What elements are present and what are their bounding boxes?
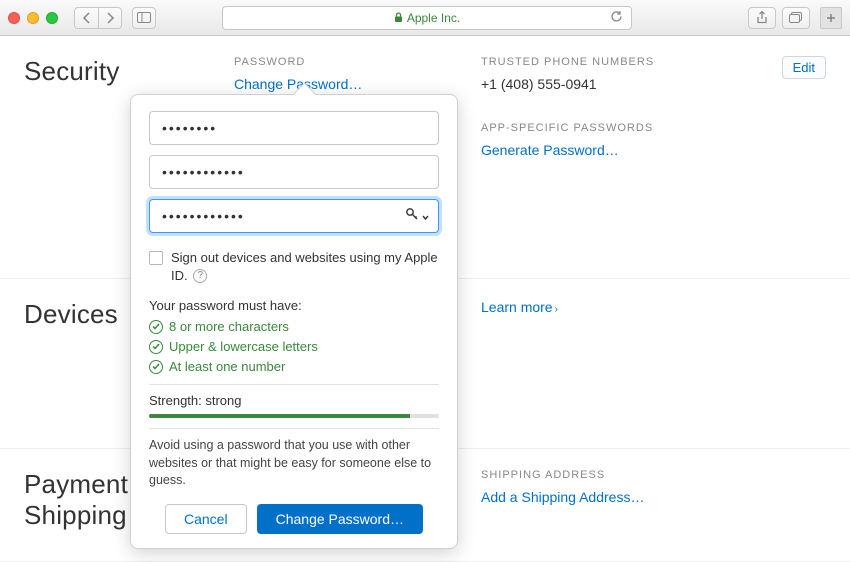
trusted-phone-label: TRUSTED PHONE NUMBERS xyxy=(481,56,826,68)
add-shipping-link[interactable]: Add a Shipping Address… xyxy=(481,489,826,505)
divider xyxy=(149,428,439,429)
new-password-input[interactable] xyxy=(149,155,439,189)
zoom-window-icon[interactable] xyxy=(46,12,58,24)
app-specific-label: APP-SPECIFIC PASSWORDS xyxy=(481,122,826,134)
requirement-1: 8 or more characters xyxy=(149,319,439,334)
trusted-phone-value: +1 (408) 555-0941 xyxy=(481,76,826,92)
help-icon[interactable]: ? xyxy=(193,269,207,283)
check-icon xyxy=(149,320,163,334)
signout-checkbox[interactable] xyxy=(149,251,163,265)
requirements-heading: Your password must have: xyxy=(149,298,439,313)
divider xyxy=(149,384,439,385)
check-icon xyxy=(149,340,163,354)
section-title-security: Security xyxy=(24,56,234,87)
tabs-button[interactable] xyxy=(782,7,810,29)
lock-icon xyxy=(394,12,403,23)
cancel-button[interactable]: Cancel xyxy=(165,504,247,534)
edit-button[interactable]: Edit xyxy=(782,56,826,79)
close-window-icon[interactable] xyxy=(8,12,20,24)
sidebar-button[interactable] xyxy=(132,7,156,29)
change-password-link[interactable]: Change Password… xyxy=(234,76,481,92)
shipping-label: SHIPPING ADDRESS xyxy=(481,469,826,481)
strength-fill xyxy=(149,414,410,418)
share-button[interactable] xyxy=(748,7,776,29)
requirement-2: Upper & lowercase letters xyxy=(149,339,439,354)
learn-more-link[interactable]: Learn more› xyxy=(481,299,558,315)
signout-checkbox-label: Sign out devices and websites using my A… xyxy=(171,249,439,284)
window-traffic-lights xyxy=(8,12,58,24)
new-tab-button[interactable] xyxy=(820,7,842,29)
toolbar-right xyxy=(748,7,810,29)
minimize-window-icon[interactable] xyxy=(27,12,39,24)
keychain-icon[interactable] xyxy=(405,207,429,224)
signout-checkbox-row: Sign out devices and websites using my A… xyxy=(149,249,439,284)
back-button[interactable] xyxy=(74,7,98,29)
verify-password-input[interactable] xyxy=(149,199,439,233)
nav-back-forward xyxy=(74,7,122,29)
chevron-right-icon: › xyxy=(555,304,558,315)
address-bar[interactable]: Apple Inc. xyxy=(222,6,632,30)
reload-icon[interactable] xyxy=(610,10,623,26)
address-text: Apple Inc. xyxy=(407,11,460,25)
popover-buttons: Cancel Change Password… xyxy=(149,504,439,534)
current-password-input[interactable] xyxy=(149,111,439,145)
strength-label: Strength: strong xyxy=(149,393,439,408)
requirement-3: At least one number xyxy=(149,359,439,374)
browser-toolbar: Apple Inc. xyxy=(0,0,850,36)
page-content: Security PASSWORD Change Password… TRUST… xyxy=(0,36,850,533)
change-password-popover: Sign out devices and websites using my A… xyxy=(130,94,458,549)
password-advice: Avoid using a password that you use with… xyxy=(149,437,439,490)
check-icon xyxy=(149,360,163,374)
generate-password-link[interactable]: Generate Password… xyxy=(481,142,826,158)
change-password-button[interactable]: Change Password… xyxy=(257,504,423,534)
password-label: PASSWORD xyxy=(234,56,481,68)
forward-button[interactable] xyxy=(98,7,122,29)
strength-bar xyxy=(149,414,439,418)
